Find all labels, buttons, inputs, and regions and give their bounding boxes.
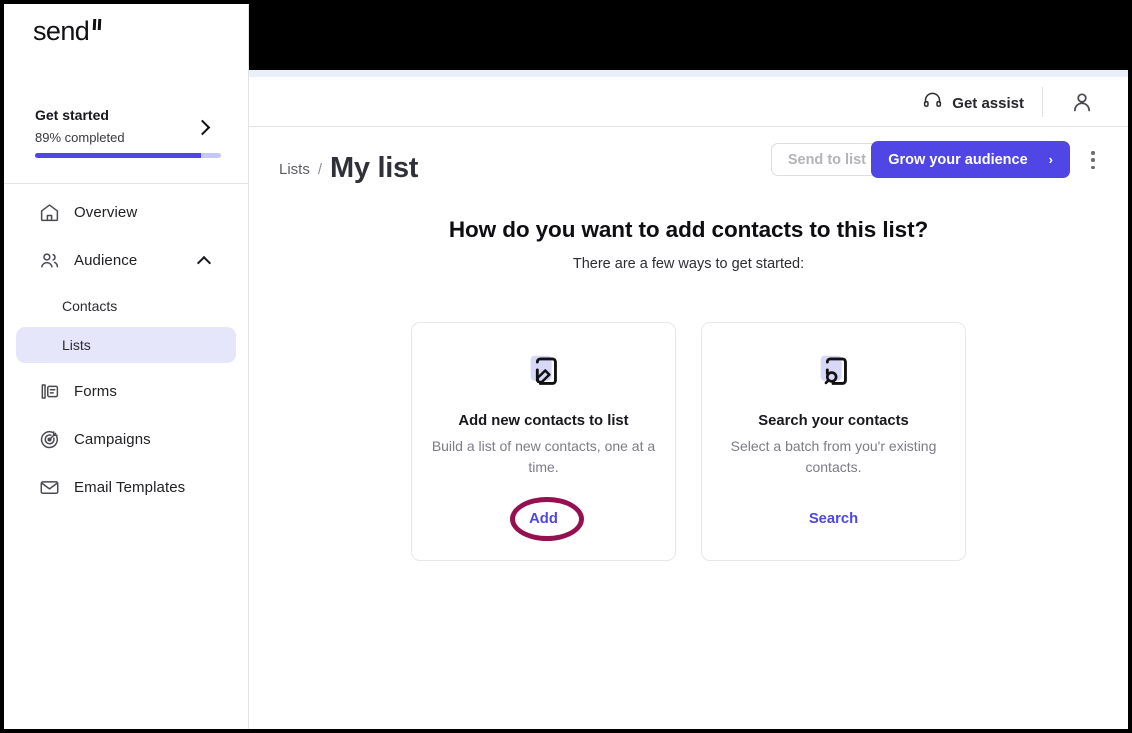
card-title: Search your contacts bbox=[758, 413, 909, 429]
sidebar-item-label: Forms bbox=[74, 383, 117, 400]
get-assist-button[interactable]: Get assist bbox=[922, 90, 1024, 116]
envelope-icon bbox=[38, 476, 61, 499]
note-edit-icon bbox=[412, 351, 675, 393]
get-started-progress-bar bbox=[35, 153, 221, 158]
main-subheading: There are a few ways to get started: bbox=[572, 256, 805, 272]
logo-text: send bbox=[33, 16, 90, 46]
sidebar-item-label: Campaigns bbox=[74, 431, 151, 448]
sidebar-item-campaigns[interactable]: Campaigns bbox=[16, 419, 236, 460]
app-logo[interactable]: send bbox=[33, 16, 102, 46]
main-content: How do you want to add contacts to this … bbox=[249, 193, 1128, 729]
sidebar-item-label: Overview bbox=[74, 204, 138, 221]
sidebar-item-overview[interactable]: Overview bbox=[16, 192, 236, 233]
breadcrumb-separator: / bbox=[317, 161, 323, 178]
page-title: My list bbox=[330, 152, 419, 184]
note-search-icon bbox=[702, 351, 965, 393]
get-started-title: Get started bbox=[35, 107, 109, 123]
breadcrumb-parent-link[interactable]: Lists bbox=[279, 161, 310, 178]
sidebar-item-label: Audience bbox=[74, 252, 138, 269]
grow-your-audience-button[interactable]: Grow your audience › bbox=[871, 141, 1070, 178]
header-divider bbox=[1042, 87, 1043, 117]
card-search-your-contacts[interactable]: Search your contacts Select a batch from… bbox=[701, 322, 966, 561]
card-add-new-contacts[interactable]: Add new contacts to list Build a list of… bbox=[411, 322, 676, 561]
browser-window-frame: send Get started 89% completed Overview bbox=[0, 0, 1132, 733]
sidebar-nav: Overview Audience Contacts Lists Forms C… bbox=[4, 192, 248, 510]
get-started-progress-label: 89% completed bbox=[35, 130, 125, 145]
card-description: Select a batch from you'r existing conta… bbox=[730, 438, 937, 475]
logo-bars-icon bbox=[91, 19, 102, 37]
chevron-up-icon bbox=[196, 255, 212, 271]
top-blue-strip bbox=[249, 70, 1128, 77]
add-link[interactable]: Add bbox=[412, 511, 675, 527]
card-description: Build a list of new contacts, one at a t… bbox=[431, 438, 656, 475]
sidebar-item-label: Email Templates bbox=[74, 479, 186, 496]
headset-icon bbox=[922, 90, 943, 116]
home-icon bbox=[38, 201, 61, 224]
breadcrumb: Lists / My list bbox=[279, 149, 419, 184]
sidebar-item-contacts[interactable]: Contacts bbox=[16, 288, 236, 324]
sidebar-item-label: Contacts bbox=[62, 298, 118, 314]
users-icon bbox=[38, 249, 61, 272]
sidebar-item-lists[interactable]: Lists bbox=[16, 327, 236, 363]
grow-audience-label: Grow your audience bbox=[888, 151, 1028, 168]
get-assist-label: Get assist bbox=[952, 94, 1024, 112]
sidebar-item-forms[interactable]: Forms bbox=[16, 371, 236, 412]
sidebar-item-email-templates[interactable]: Email Templates bbox=[16, 467, 236, 508]
chevron-right-icon: › bbox=[1048, 152, 1053, 167]
form-icon bbox=[38, 380, 61, 403]
sidebar-item-label: Lists bbox=[62, 337, 91, 353]
sidebar-item-audience[interactable]: Audience bbox=[16, 240, 236, 281]
sidebar: send Get started 89% completed Overview bbox=[4, 4, 249, 729]
get-started-panel[interactable]: Get started 89% completed bbox=[4, 96, 248, 184]
send-to-list-button[interactable]: Send to list bbox=[770, 143, 883, 176]
option-cards: Add new contacts to list Build a list of… bbox=[249, 322, 1128, 561]
app-header: Get assist bbox=[249, 77, 1128, 127]
search-link[interactable]: Search bbox=[702, 511, 965, 527]
top-black-banner bbox=[249, 4, 1128, 70]
target-icon bbox=[38, 428, 61, 451]
chevron-right-icon bbox=[194, 119, 211, 136]
app-root: send Get started 89% completed Overview bbox=[4, 4, 1128, 729]
more-vertical-icon[interactable] bbox=[1082, 149, 1104, 171]
card-title: Add new contacts to list bbox=[458, 413, 629, 429]
page-title-row: Lists / My list Send to list Grow your a… bbox=[249, 127, 1128, 193]
main-heading: How do you want to add contacts to this … bbox=[448, 217, 929, 242]
user-avatar-icon[interactable] bbox=[1069, 89, 1095, 115]
